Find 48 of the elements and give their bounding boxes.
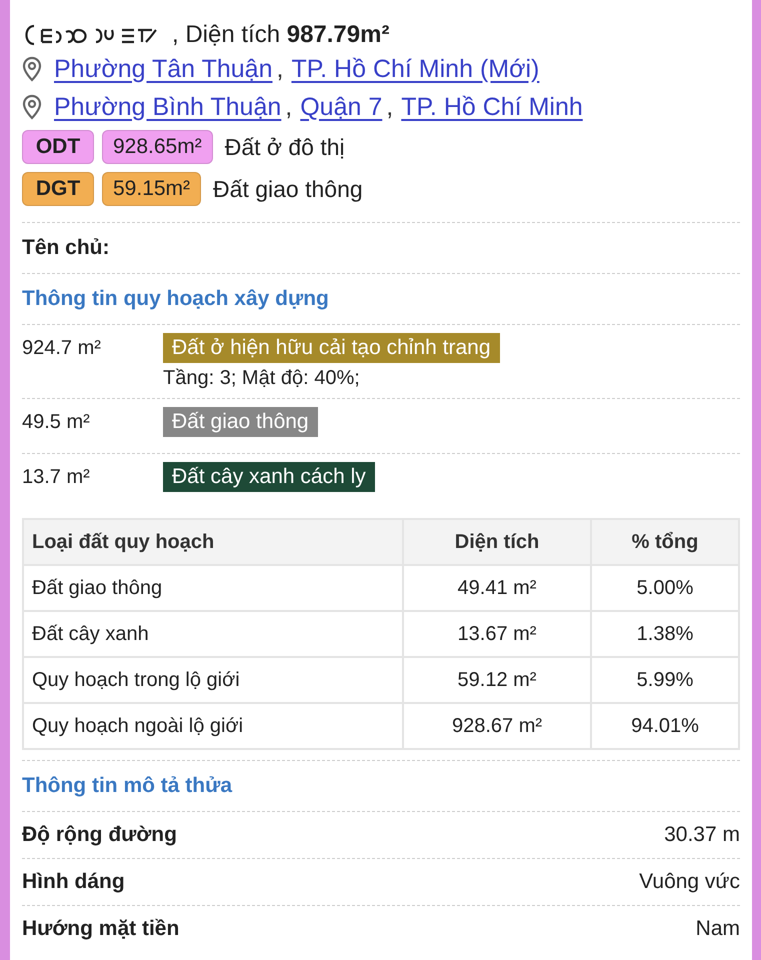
zone-area: 13.7 m² [22,462,163,500]
table-cell: 13.67 m² [403,611,591,657]
land-type-name: Đất ở đô thị [224,134,345,160]
table-cell: 59.12 m² [403,657,591,703]
section-title: Thông tin mô tả thửa [22,760,740,811]
address-link[interactable]: Phường Bình Thuận [54,92,282,122]
address-link[interactable]: Phường Tân Thuận [54,54,272,84]
table-cell: Quy hoạch trong lộ giới [23,657,403,703]
zone-tag: Đất giao thông [163,407,318,437]
zone-area: 924.7 m² [22,333,163,390]
field-label: Hình dáng [22,870,125,894]
address-link[interactable]: Quận 7 [300,92,382,122]
area-title: , Diện tích 987.79m² [172,21,390,49]
table-cell: Đất giao thông [23,565,403,611]
zone-tag: Đất ở hiện hữu cải tạo chỉnh trang [163,333,500,363]
field-value: Vuông vức [639,870,740,894]
land-area-badge: 928.65m² [102,130,213,164]
address-link[interactable]: TP. Hồ Chí Minh [401,92,583,122]
comma: , [285,92,292,122]
zone-tag: Đất cây xanh cách ly [163,462,375,492]
column-header: Diện tích [403,519,591,565]
zone-area: 49.5 m² [22,407,163,445]
address-link[interactable]: TP. Hồ Chí Minh (Mới) [291,54,540,84]
land-code-badge: DGT [22,172,94,206]
land-code-badge: ODT [22,130,94,164]
table-cell: 49.41 m² [403,565,591,611]
location-pin-icon [22,94,42,120]
location-pin-icon [22,56,42,82]
field-label: Hướng mặt tiền [22,917,180,941]
table-cell: 5.00% [591,565,739,611]
land-type-name: Đất giao thông [213,176,363,202]
column-header: Loại đất quy hoạch [23,519,403,565]
table-cell: 5.99% [591,657,739,703]
land-area-badge: 59.15m² [102,172,202,206]
zone-note: Tầng: 3; Mật độ: 40%; [163,367,360,390]
table-cell: 928.67 m² [403,703,591,749]
table-cell: 1.38% [591,611,739,657]
field-label: Độ rộng đường [22,823,177,847]
table-cell: 94.01% [591,703,739,749]
section-title: Thông tin quy hoạch xây dựng [22,273,740,324]
comma: , [386,92,394,122]
table-cell: Quy hoạch ngoài lộ giới [23,703,403,749]
comma: , [276,54,284,84]
owner-label: Tên chủ: [22,236,110,260]
column-header: % tổng [591,519,739,565]
table-cell: Đất cây xanh [23,611,403,657]
field-value: Nam [696,917,740,941]
field-value: 30.37 m [664,823,740,847]
